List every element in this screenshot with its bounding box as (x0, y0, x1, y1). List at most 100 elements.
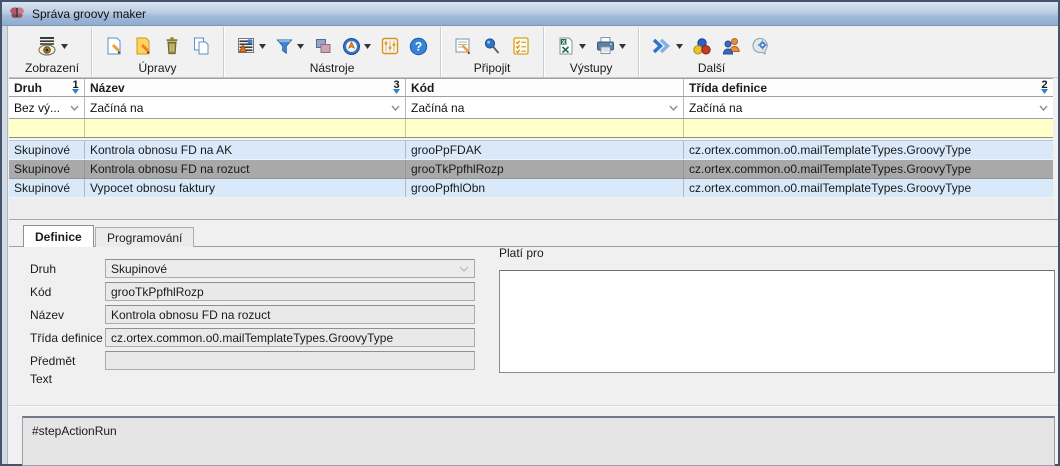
section-divider (9, 405, 1058, 406)
table-row[interactable]: Skupinové Vypocet obnosu faktury grooPpf… (9, 179, 1053, 198)
druh-combobox[interactable]: Skupinové (105, 259, 475, 278)
toolbar-group-label: Úpravy (139, 61, 177, 75)
toolbar: Zobrazení (9, 27, 1058, 78)
plati-pro-listbox[interactable] (499, 270, 1055, 373)
toolbar-group-label: Výstupy (570, 61, 613, 75)
toolbar-group-zobrazeni: Zobrazení (13, 27, 92, 77)
app-window: Správa groovy maker Zobrazení (0, 0, 1060, 466)
window-left-gutter (2, 26, 8, 464)
chevron-down-icon (364, 44, 371, 49)
list-view-button[interactable] (236, 36, 266, 56)
print-button[interactable] (595, 36, 626, 56)
print-icon (595, 36, 616, 56)
tasklist-icon (511, 36, 531, 56)
filter-trida-select[interactable]: Začíná na (684, 97, 1053, 118)
chevron-down-icon (459, 266, 469, 272)
filter-nazev-select[interactable]: Začíná na (85, 97, 406, 118)
group-icon (313, 36, 333, 56)
toolbar-group-vystupy: X Výstupy (544, 27, 639, 77)
more-actions-button[interactable] (651, 37, 683, 55)
trida-definice-field[interactable]: cz.ortex.common.o0.mailTemplateTypes.Gro… (105, 328, 475, 347)
tab-definice[interactable]: Definice (23, 225, 94, 247)
toolbar-group-label: Další (698, 61, 725, 75)
ai-assistant-button[interactable] (751, 36, 772, 56)
settings-icon (380, 36, 400, 56)
svg-text:X: X (562, 40, 566, 46)
pin-icon (482, 36, 502, 56)
records-table: Druh 1 Název 3 Kód Třída definice 2 (9, 78, 1053, 219)
copy-record-button[interactable] (191, 36, 211, 56)
table-row[interactable]: Skupinové Kontrola obnosu FD na AK grooP… (9, 141, 1053, 160)
settings-button[interactable] (380, 36, 400, 56)
chevron-down-icon (70, 105, 79, 111)
plati-pro-label: Platí pro (499, 246, 544, 260)
column-header-kod[interactable]: Kód (406, 79, 684, 96)
filter-trida-input[interactable] (684, 119, 1053, 137)
sort-arrow-icon (393, 89, 400, 94)
history-icon (342, 37, 361, 56)
excel-export-button[interactable]: X (556, 36, 586, 56)
filter-button[interactable] (275, 37, 304, 56)
predmet-label: Předmět (30, 351, 75, 370)
filter-nazev-input[interactable] (85, 119, 406, 137)
column-header-druh[interactable]: Druh 1 (9, 79, 85, 96)
view-menu-button[interactable] (37, 36, 68, 56)
head-gear-icon (751, 36, 772, 56)
groovy-text-area[interactable]: #stepActionRun (22, 416, 1055, 466)
chevron-down-icon (669, 105, 678, 111)
help-button[interactable]: ? (409, 37, 428, 56)
sort-arrow-icon (72, 89, 79, 94)
history-button[interactable] (342, 37, 371, 56)
trida-definice-label: Třída definice (30, 328, 103, 347)
predmet-field[interactable] (105, 351, 475, 370)
filter-icon (275, 37, 294, 56)
group-button[interactable] (313, 36, 333, 56)
spheres-button[interactable] (692, 37, 712, 56)
toolbar-group-nastroje: ? Nástroje (224, 27, 441, 77)
users-button[interactable] (721, 36, 742, 56)
filter-row: Bez vý... Začíná na Začíná na Začíná na (9, 97, 1053, 119)
kod-field[interactable]: grooTkPpfhlRozp (105, 282, 475, 301)
copy-record-icon (191, 36, 211, 56)
table-row-selected[interactable]: Skupinové Kontrola obnosu FD na rozuct g… (9, 160, 1053, 179)
help-icon: ? (409, 37, 428, 56)
table-header-row: Druh 1 Název 3 Kód Třída definice 2 (9, 78, 1053, 97)
note-button[interactable] (453, 36, 473, 56)
druh-label: Druh (30, 259, 56, 278)
column-header-trida-definice[interactable]: Třída definice 2 (684, 79, 1053, 96)
pin-button[interactable] (482, 36, 502, 56)
filter-druh-input[interactable] (9, 119, 85, 137)
filter-input-row (9, 119, 1053, 138)
sort-indicator: 1 (72, 81, 79, 94)
filter-druh-select[interactable]: Bez vý... (9, 97, 85, 118)
svg-text:?: ? (415, 39, 422, 53)
toolbar-group-label: Nástroje (310, 61, 355, 75)
new-record-icon (104, 36, 124, 56)
eye-view-icon (37, 36, 58, 56)
tab-programovani[interactable]: Programování (95, 227, 194, 247)
column-header-nazev[interactable]: Název 3 (85, 79, 406, 96)
window-title: Správa groovy maker (32, 7, 146, 21)
chevron-down-icon (61, 44, 68, 49)
chevron-down-icon (391, 105, 400, 111)
title-bar: Správa groovy maker (2, 2, 1058, 26)
toolbar-group-label: Připojit (474, 61, 511, 75)
filter-kod-select[interactable]: Začíná na (406, 97, 684, 118)
new-record-button[interactable] (104, 36, 124, 56)
chevron-down-icon (619, 44, 626, 49)
nazev-field[interactable]: Kontrola obnosu FD na rozuct (105, 305, 475, 324)
excel-export-icon: X (556, 36, 576, 56)
sort-indicator: 2 (1041, 81, 1048, 94)
toolbar-group-dalsi: Další (639, 27, 784, 77)
filter-kod-input[interactable] (406, 119, 684, 137)
sort-indicator: 3 (393, 81, 400, 94)
butterfly-icon (9, 5, 25, 23)
tasklist-button[interactable] (511, 36, 531, 56)
toolbar-group-upravy: Úpravy (92, 27, 224, 77)
toolbar-group-pripojit: Připojit (441, 27, 544, 77)
edit-record-button[interactable] (133, 36, 153, 56)
delete-record-button[interactable] (162, 36, 182, 56)
users-icon (721, 36, 742, 56)
balls-icon (692, 37, 712, 56)
kod-label: Kód (30, 282, 51, 301)
